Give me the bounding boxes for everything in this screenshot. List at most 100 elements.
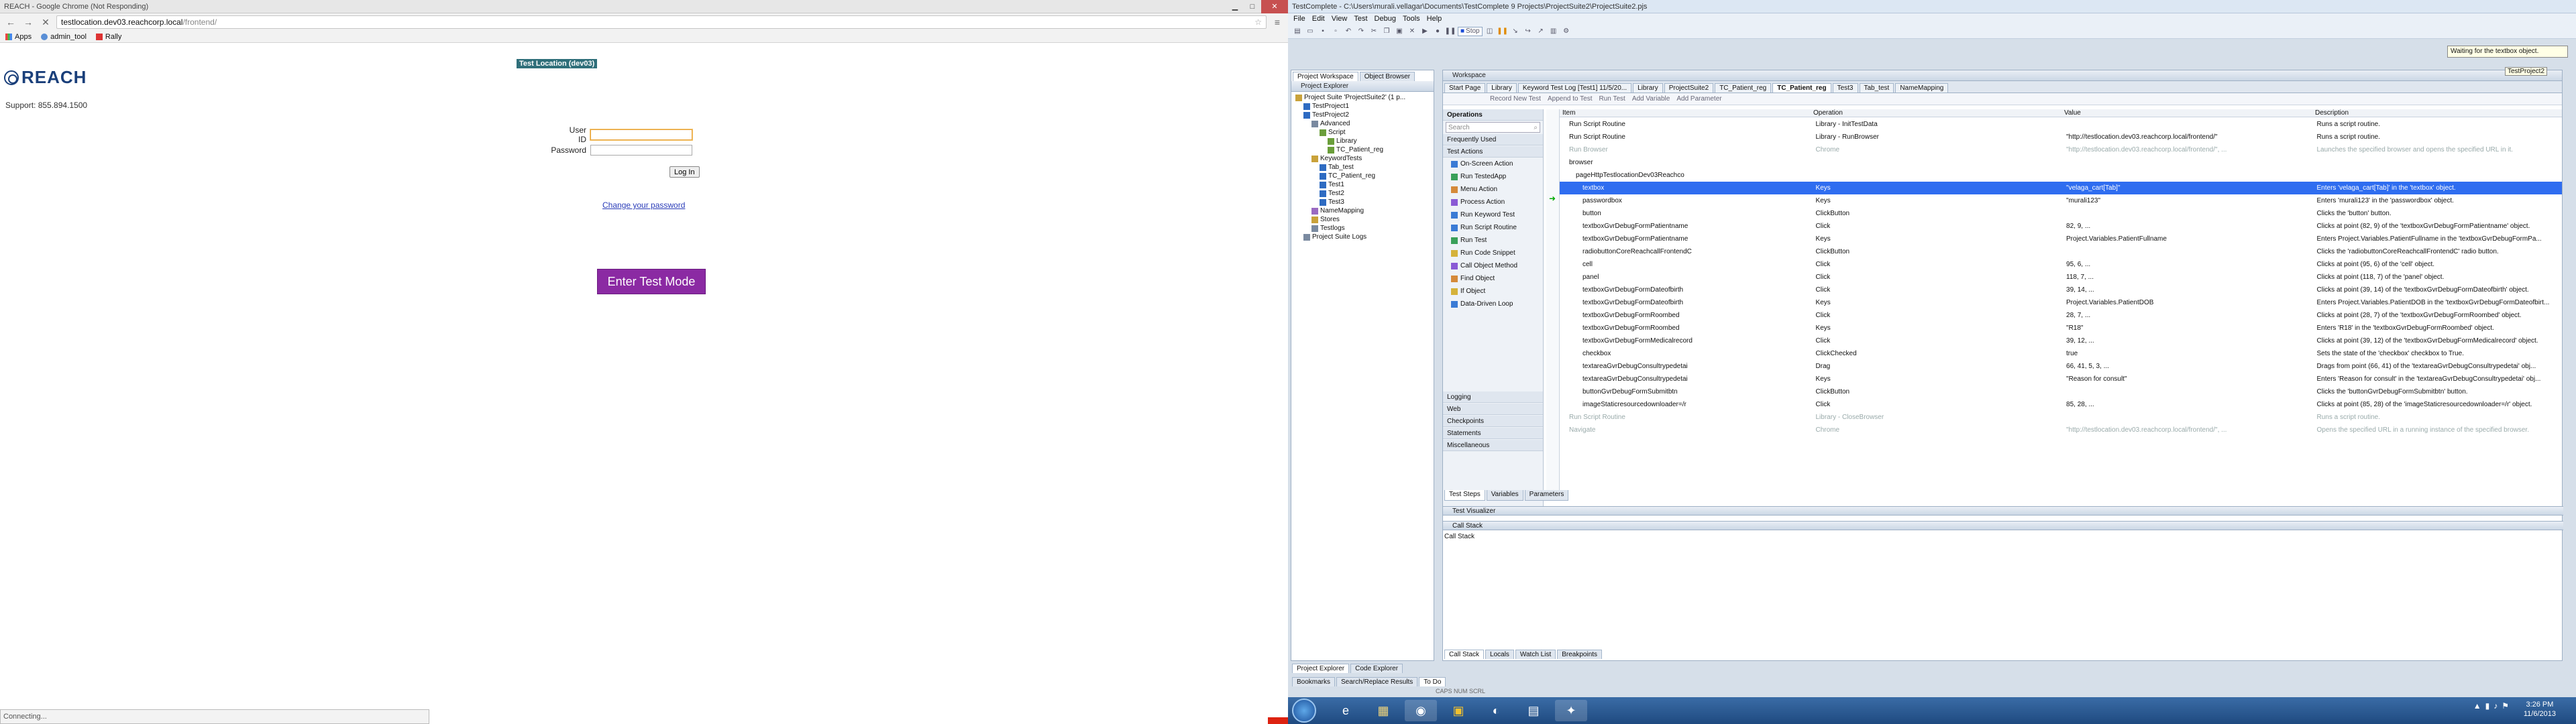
- col-value[interactable]: Value: [2061, 109, 2312, 117]
- menu-file[interactable]: File: [1293, 15, 1305, 23]
- category-frequently-used[interactable]: Frequently Used: [1443, 134, 1543, 145]
- operation-item[interactable]: On-Screen Action: [1443, 158, 1543, 170]
- back-icon[interactable]: ←: [4, 15, 17, 29]
- tab-locals[interactable]: Locals: [1485, 650, 1514, 659]
- test-step-row[interactable]: textboxGvrDebugFormRoombed Keys "R18" Enter…: [1560, 322, 2562, 335]
- tab-object-browser[interactable]: Object Browser: [1359, 72, 1415, 81]
- workspace-tab[interactable]: Keyword Test Log [Test1] 11/5/20...: [1517, 83, 1632, 93]
- test-step-row[interactable]: textbox Keys "velaga_cart[Tab]" Enters 'vel…: [1560, 182, 2562, 194]
- operations-search-field[interactable]: Search ⌕: [1446, 122, 1540, 133]
- workspace-tab[interactable]: Tab_test: [1859, 83, 1894, 93]
- tree-node[interactable]: TC_Patient_reg: [1293, 172, 1432, 180]
- tab-to-do[interactable]: To Do: [1419, 677, 1446, 686]
- start-button[interactable]: [1292, 699, 1316, 723]
- media-icon[interactable]: ◐: [1480, 700, 1512, 721]
- operation-item[interactable]: Run Script Routine: [1443, 221, 1543, 234]
- workspace-tab[interactable]: Library: [1633, 83, 1663, 93]
- add-parameter-button[interactable]: Add Parameter: [1676, 95, 1721, 103]
- test-step-row[interactable]: textboxGvrDebugFormRoombed Click 28, 7, ..…: [1560, 309, 2562, 322]
- new-icon[interactable]: ▤: [1292, 27, 1303, 36]
- tree-node[interactable]: TestProject2: [1293, 111, 1432, 119]
- tray-volume-icon[interactable]: ♪: [2493, 701, 2498, 711]
- paste-icon[interactable]: ▣: [1394, 27, 1405, 36]
- step-out-icon[interactable]: ↗: [1536, 27, 1546, 36]
- pause-icon[interactable]: ❚❚: [1445, 27, 1456, 36]
- test-step-row[interactable]: textboxGvrDebugFormDateofbirth Keys Projec…: [1560, 296, 2562, 309]
- window-layout-icon[interactable]: ▥: [1548, 27, 1559, 36]
- test-visualizer-head[interactable]: Test Visualizer: [1443, 506, 2563, 516]
- test-step-row[interactable]: imageStaticresourcedownloader=/r Click 85,…: [1560, 398, 2562, 411]
- bookmark-admin-tool[interactable]: admin_tool: [41, 33, 87, 41]
- workspace-tab[interactable]: NameMapping: [1895, 83, 1949, 93]
- user-id-input[interactable]: [590, 129, 692, 140]
- minimize-button[interactable]: ▁: [1226, 0, 1244, 13]
- record-new-test-button[interactable]: Record New Test: [1490, 95, 1541, 103]
- save-icon[interactable]: ▪: [1318, 27, 1328, 36]
- ie-icon[interactable]: e: [1330, 700, 1362, 721]
- tree-node[interactable]: Project Suite 'ProjectSuite2' (1 p...: [1293, 93, 1432, 102]
- tree-node[interactable]: Script: [1293, 128, 1432, 137]
- testcomplete-taskbar-icon[interactable]: ✦: [1555, 700, 1587, 721]
- close-button[interactable]: ✕: [1261, 0, 1288, 13]
- clock[interactable]: 3:26 PM 11/6/2013: [2524, 700, 2556, 719]
- tree-node[interactable]: KeywordTests: [1293, 154, 1432, 163]
- save-all-icon[interactable]: ▫: [1330, 27, 1341, 36]
- operation-category[interactable]: Logging: [1443, 391, 1543, 403]
- test-step-row[interactable]: textboxGvrDebugFormPatientname Keys Projec…: [1560, 233, 2562, 245]
- password-input[interactable]: [590, 145, 692, 156]
- explorer-icon[interactable]: ▦: [1367, 700, 1399, 721]
- tab-project-explorer[interactable]: Project Explorer: [1292, 664, 1350, 673]
- test-step-row[interactable]: passwordbox Keys "murali123" Enters 'murali…: [1560, 194, 2562, 207]
- test-step-row[interactable]: panel Click 118, 7, ... Clicks at point (11…: [1560, 271, 2562, 284]
- test-step-row[interactable]: button ClickButton Clicks the 'button' but…: [1560, 207, 2562, 220]
- login-button[interactable]: Log In: [669, 166, 700, 178]
- maximize-button[interactable]: □: [1244, 0, 1261, 13]
- run-test-button[interactable]: Run Test: [1599, 95, 1625, 103]
- tree-node[interactable]: Stores: [1293, 215, 1432, 224]
- tab-code-explorer[interactable]: Code Explorer: [1350, 664, 1403, 673]
- tray-network-icon[interactable]: ▮: [2485, 701, 2490, 711]
- test-step-row[interactable]: radiobuttonCoreReachcallFrontendC ClickBu…: [1560, 245, 2562, 258]
- tab-project-workspace[interactable]: Project Workspace: [1293, 72, 1358, 81]
- step-over-icon[interactable]: ↪: [1523, 27, 1534, 36]
- tray-arrow-icon[interactable]: ▲: [2473, 701, 2481, 711]
- workspace-tab[interactable]: Library: [1487, 83, 1517, 93]
- operation-item[interactable]: Process Action: [1443, 196, 1543, 208]
- test-step-row[interactable]: pageHttpTestlocationDev03Reachco: [1560, 169, 2562, 182]
- operation-item[interactable]: Call Object Method: [1443, 259, 1543, 272]
- menu-edit[interactable]: Edit: [1312, 15, 1325, 23]
- col-description[interactable]: Description: [2312, 109, 2562, 117]
- sticky-icon[interactable]: ▣: [1442, 700, 1474, 721]
- tab-call-stack[interactable]: Call Stack: [1444, 650, 1485, 659]
- test-step-row[interactable]: textboxGvrDebugFormMedicalrecord Click 39,…: [1560, 335, 2562, 347]
- test-step-row[interactable]: Run Script Routine Library - RunBrowser "h…: [1560, 131, 2562, 143]
- tab-test-steps[interactable]: Test Steps: [1444, 490, 1485, 501]
- run-icon[interactable]: ▶: [1419, 27, 1430, 36]
- bookmark-rally[interactable]: Rally: [95, 33, 121, 41]
- options-icon[interactable]: ⚙: [1561, 27, 1572, 36]
- operation-item[interactable]: Run Code Snippet: [1443, 247, 1543, 259]
- forward-icon[interactable]: →: [21, 15, 35, 29]
- step-into-icon[interactable]: ↘: [1510, 27, 1521, 36]
- tab-search-replace-results[interactable]: Search/Replace Results: [1336, 677, 1418, 686]
- tray-flag-icon[interactable]: ⚑: [2502, 701, 2509, 711]
- operation-item[interactable]: Run TestedApp: [1443, 170, 1543, 183]
- workspace-tab[interactable]: ProjectSuite2: [1664, 83, 1714, 93]
- tab-parameters[interactable]: Parameters: [1524, 490, 1569, 501]
- change-password-link[interactable]: Change your password: [602, 200, 685, 210]
- test-step-row[interactable]: browser: [1560, 156, 2562, 169]
- test-step-row[interactable]: checkbox ClickChecked true Sets the state o…: [1560, 347, 2562, 360]
- delete-icon[interactable]: ✕: [1407, 27, 1417, 36]
- operation-item[interactable]: Run Keyword Test: [1443, 208, 1543, 221]
- test-step-row[interactable]: cell Click 95, 6, ... Clicks at point (95, …: [1560, 258, 2562, 271]
- operation-item[interactable]: Data-Driven Loop: [1443, 298, 1543, 310]
- tab-breakpoints[interactable]: Breakpoints: [1557, 650, 1603, 659]
- operation-category[interactable]: Statements: [1443, 428, 1543, 439]
- category-test-actions[interactable]: Test Actions: [1443, 146, 1543, 158]
- copy-icon[interactable]: ❐: [1381, 27, 1392, 36]
- break-icon[interactable]: ◫: [1485, 27, 1495, 36]
- operation-category[interactable]: Web: [1443, 404, 1543, 415]
- tab-watch-list[interactable]: Watch List: [1515, 650, 1556, 659]
- enter-test-mode-button[interactable]: Enter Test Mode: [597, 269, 706, 294]
- operation-item[interactable]: If Object: [1443, 285, 1543, 298]
